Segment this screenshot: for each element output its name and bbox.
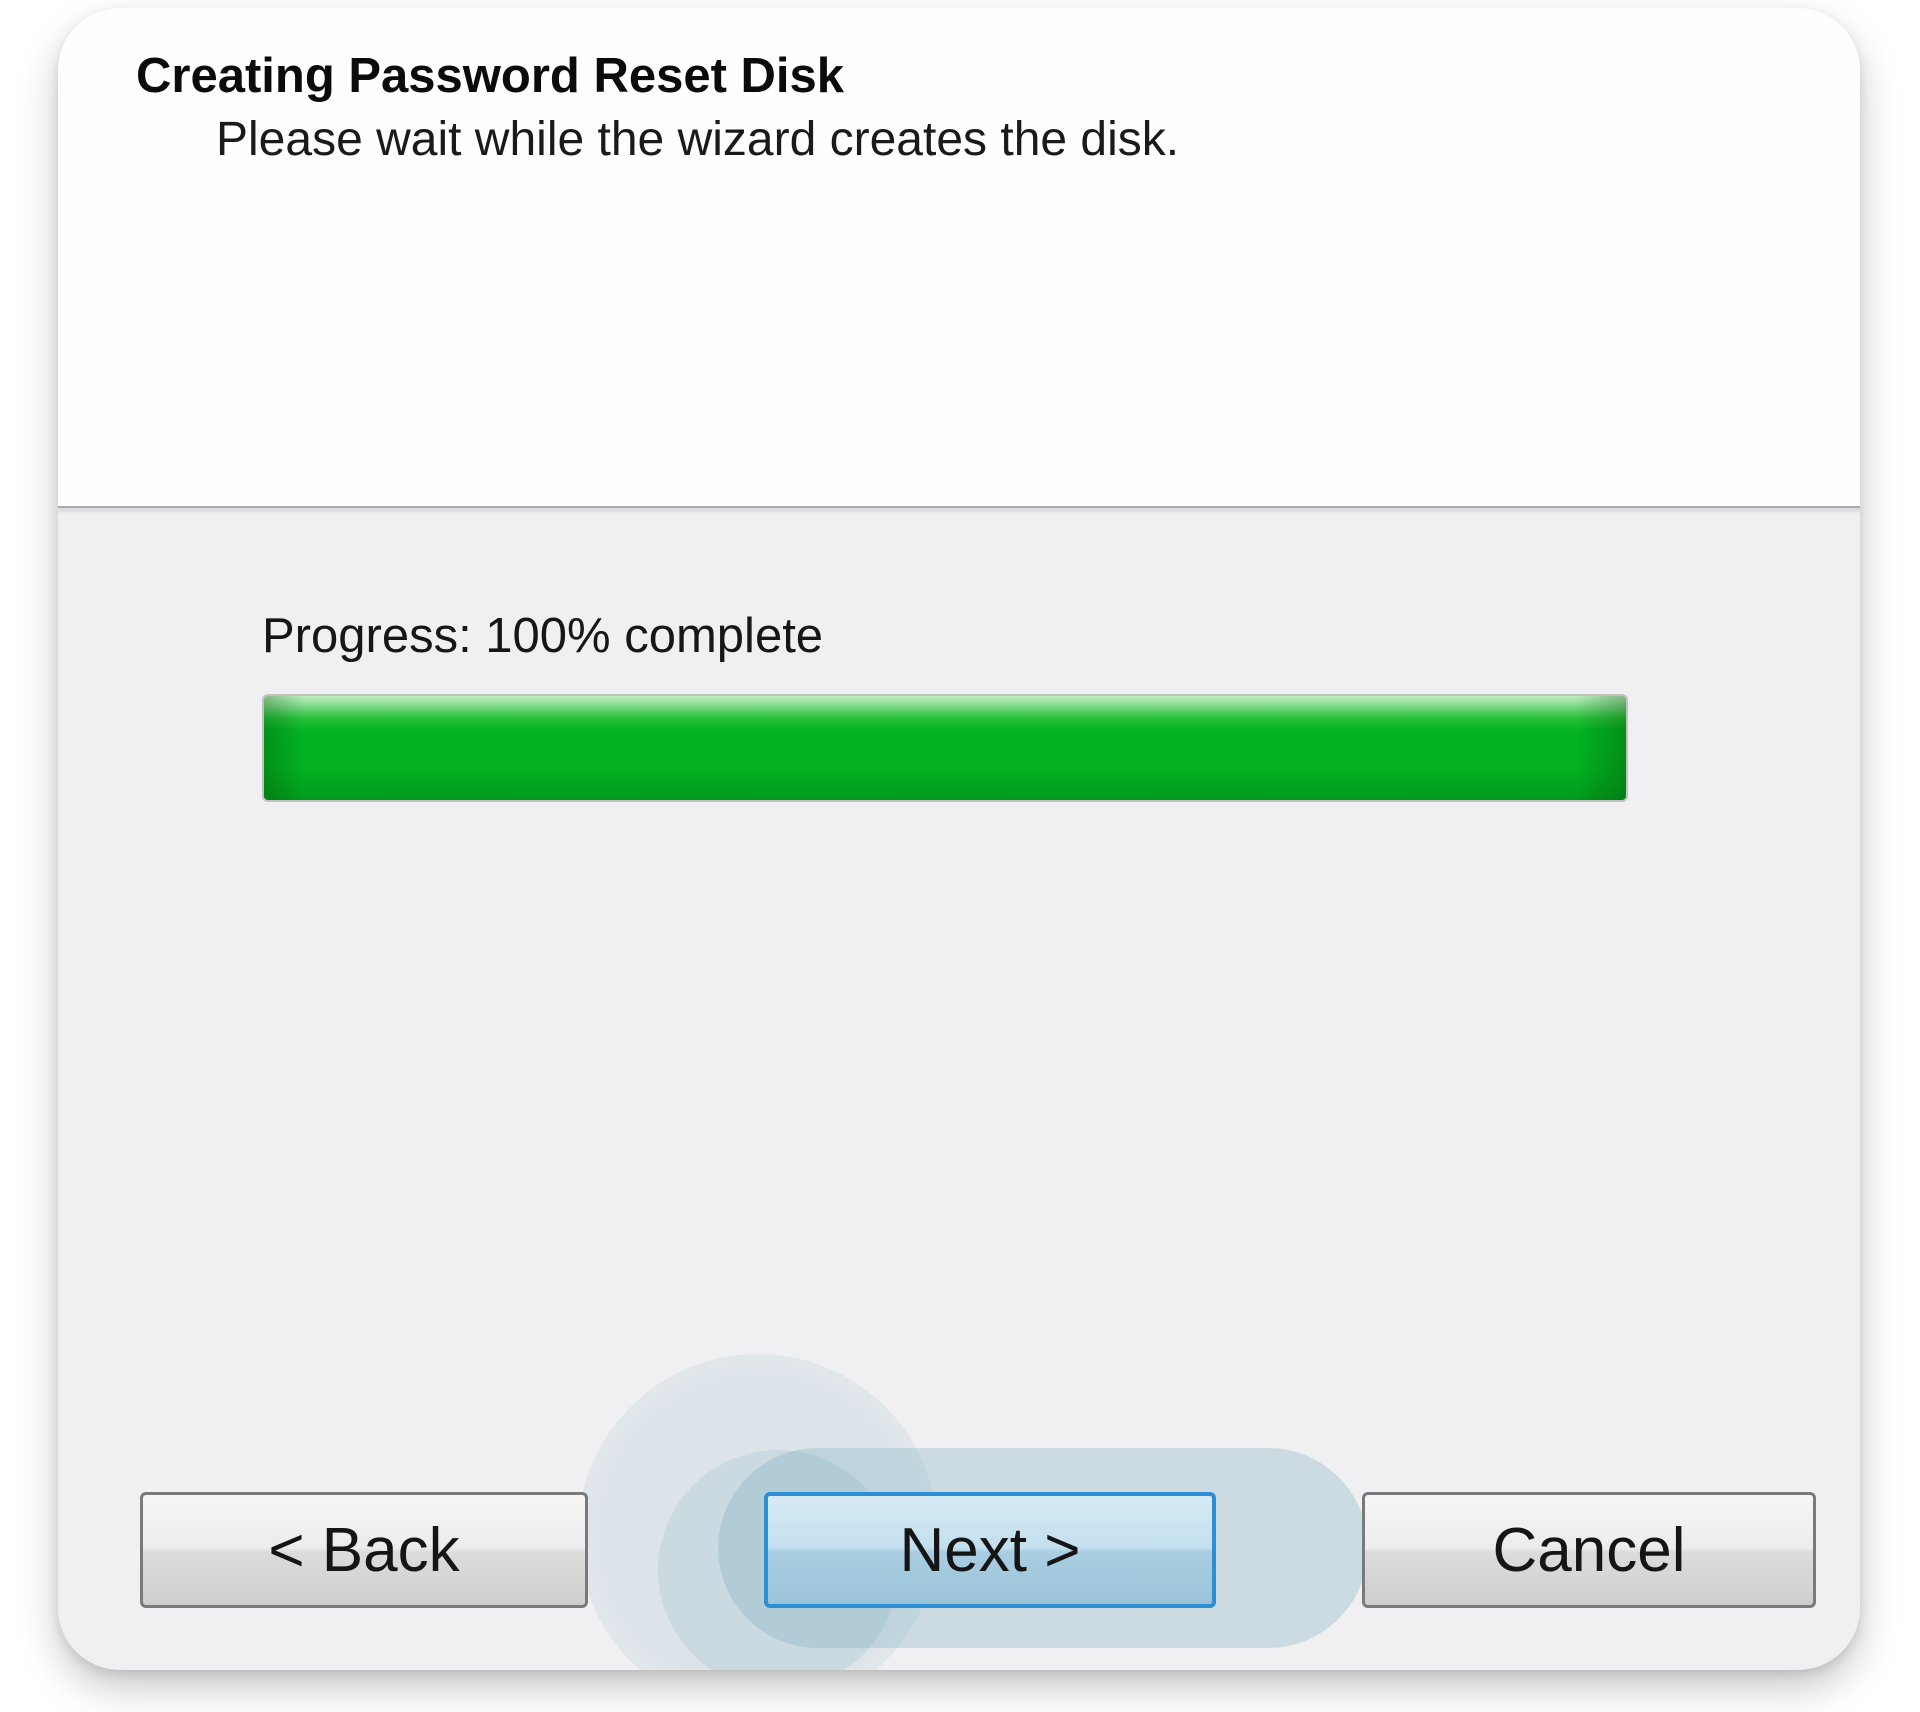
progress-bar-fill (264, 696, 1626, 800)
progress-label: Progress: 100% complete (262, 609, 824, 663)
progress-bar (262, 694, 1628, 802)
page-subtitle: Please wait while the wizard creates the… (216, 113, 1180, 166)
page-title: Creating Password Reset Disk (136, 49, 845, 103)
back-button[interactable]: < Back (140, 1492, 588, 1608)
next-button[interactable]: Next > (764, 1492, 1216, 1608)
password-reset-wizard-dialog: Creating Password Reset Disk Please wait… (58, 8, 1860, 1670)
header-divider (58, 506, 1860, 514)
wizard-header: Creating Password Reset Disk Please wait… (58, 8, 1860, 506)
cancel-button[interactable]: Cancel (1362, 1492, 1816, 1608)
